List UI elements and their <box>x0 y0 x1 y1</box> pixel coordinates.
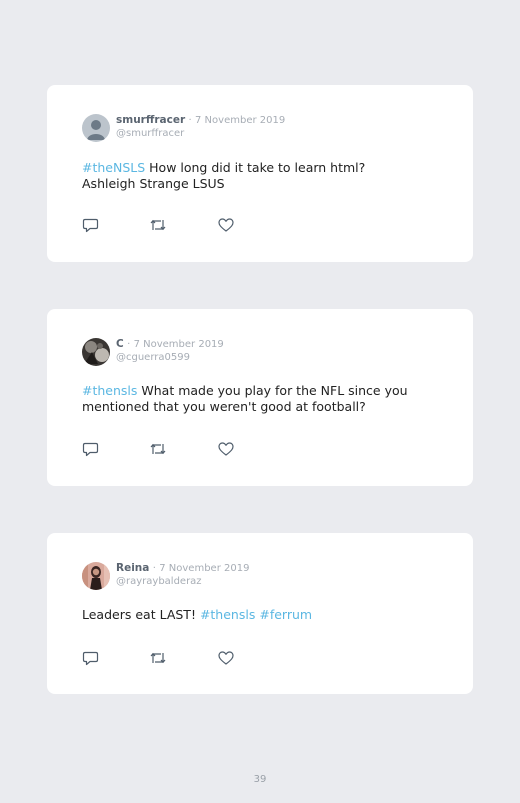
like-button[interactable] <box>217 441 235 457</box>
tweet-card: C · 7 November 2019 @cguerra0599 #thensl… <box>47 309 473 486</box>
user-name[interactable]: Reina <box>116 562 149 574</box>
default-profile-avatar <box>82 114 110 142</box>
tweet-date[interactable]: 7 November 2019 <box>134 339 224 350</box>
user-handle[interactable]: @cguerra0599 <box>116 351 224 364</box>
tweet-card: Reina · 7 November 2019 @rayraybalderaz … <box>47 533 473 694</box>
avatar[interactable] <box>82 338 110 366</box>
separator: · <box>152 563 156 574</box>
separator: · <box>188 115 192 126</box>
hashtag-link[interactable]: #ferrum <box>259 607 312 622</box>
tweet-actions <box>82 441 242 457</box>
avatar[interactable] <box>82 562 110 590</box>
retweet-button[interactable] <box>149 441 167 457</box>
retweet-button[interactable] <box>149 217 167 233</box>
tweet-card: smurffracer · 7 November 2019 @smurffrac… <box>47 85 473 262</box>
user-handle[interactable]: @rayraybalderaz <box>116 575 249 588</box>
hashtag-link[interactable]: #theNSLS <box>82 160 145 175</box>
separator: · <box>127 339 131 350</box>
like-button[interactable] <box>217 650 235 666</box>
tweet-date[interactable]: 7 November 2019 <box>195 115 285 126</box>
tweet-text: #theNSLS How long did it take to learn h… <box>82 160 422 191</box>
user-name[interactable]: C <box>116 338 124 350</box>
heart-icon <box>218 218 234 232</box>
tweet-text: #thensls What made you play for the NFL … <box>82 383 422 414</box>
hashtag-link[interactable]: #thensls <box>200 607 255 622</box>
reply-icon <box>82 218 99 233</box>
tweet-text-segment: Leaders eat LAST! <box>82 607 200 622</box>
avatar[interactable] <box>82 114 110 142</box>
user-handle[interactable]: @smurffracer <box>116 127 285 140</box>
reply-button[interactable] <box>82 441 100 457</box>
tweet-date[interactable]: 7 November 2019 <box>159 563 249 574</box>
heart-icon <box>218 651 234 665</box>
retweet-icon <box>150 219 166 231</box>
reply-button[interactable] <box>82 217 100 233</box>
photo-avatar-person <box>82 562 110 590</box>
hashtag-link[interactable]: #thensls <box>82 383 137 398</box>
user-name[interactable]: smurffracer <box>116 114 185 126</box>
retweet-icon <box>150 652 166 664</box>
reply-icon <box>82 442 99 457</box>
tweet-text: Leaders eat LAST! #thensls #ferrum <box>82 607 422 623</box>
reply-icon <box>82 651 99 666</box>
tweet-actions <box>82 217 242 233</box>
tweet-actions <box>82 650 242 666</box>
like-button[interactable] <box>217 217 235 233</box>
retweet-icon <box>150 443 166 455</box>
retweet-button[interactable] <box>149 650 167 666</box>
heart-icon <box>218 442 234 456</box>
page-number: 39 <box>253 774 267 785</box>
photo-avatar-dark <box>82 338 110 366</box>
reply-button[interactable] <box>82 650 100 666</box>
